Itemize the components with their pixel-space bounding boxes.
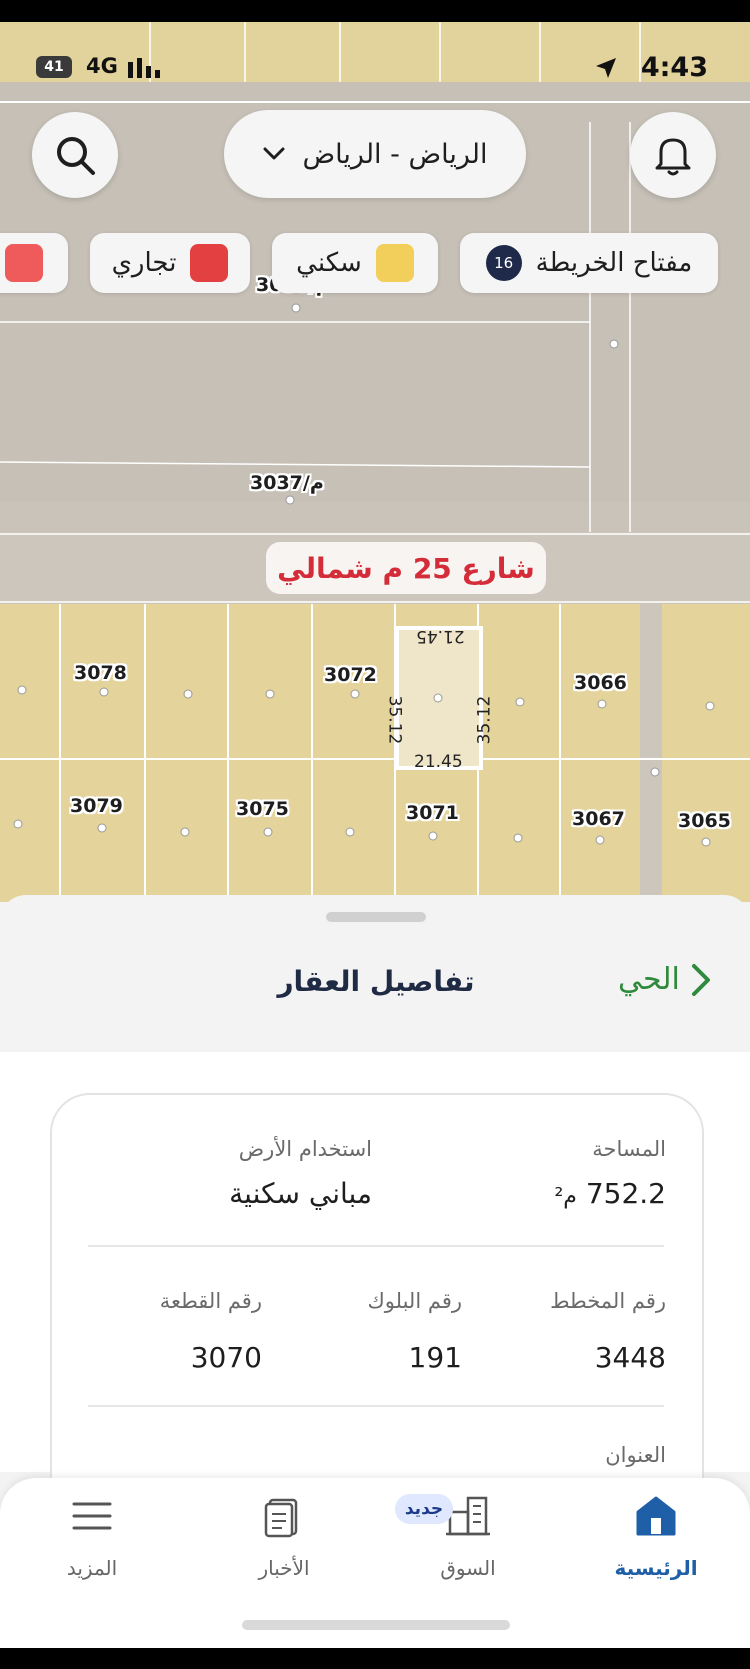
parcel-label[interactable]: 3065 bbox=[678, 810, 731, 832]
filter-chip-label: سكني bbox=[296, 248, 362, 278]
sheet-title: تفاصيل العقار bbox=[277, 965, 475, 998]
other-swatch bbox=[5, 244, 43, 282]
plan-value: 3448 bbox=[594, 1341, 666, 1374]
search-button[interactable] bbox=[32, 112, 118, 198]
news-icon bbox=[262, 1492, 306, 1540]
home-icon bbox=[634, 1492, 678, 1540]
location-arrow-icon bbox=[596, 58, 616, 78]
clock: 4:43 bbox=[640, 52, 708, 83]
tab-label: المزيد bbox=[66, 1556, 118, 1580]
street-name: شارع 25 م شمالي bbox=[277, 551, 535, 585]
home-indicator[interactable] bbox=[242, 1620, 510, 1630]
tab-more[interactable]: المزيد bbox=[32, 1492, 152, 1592]
sheet-grabber[interactable] bbox=[326, 912, 426, 922]
map-key-label: مفتاح الخريطة bbox=[535, 248, 693, 278]
plot-label: رقم القطعة bbox=[159, 1289, 262, 1313]
tab-label: السوق bbox=[440, 1556, 496, 1580]
signal-icon bbox=[128, 58, 160, 78]
divider bbox=[88, 1245, 664, 1247]
city-name: الرياض - الرياض bbox=[302, 138, 488, 170]
dim-left: 35.12 bbox=[384, 695, 405, 745]
residential-swatch bbox=[375, 244, 414, 282]
new-badge: جديد bbox=[395, 1494, 453, 1524]
parcel-label[interactable]: 3075 bbox=[236, 798, 289, 820]
app-screen: 3036/م 3037/م 3078 3072 3066 3079 3075 3… bbox=[0, 0, 750, 1669]
area-number: 752.2 bbox=[585, 1177, 666, 1210]
tab-label: الأخبار bbox=[258, 1556, 310, 1580]
filter-chip-commercial[interactable]: تجاري bbox=[90, 233, 250, 293]
parcel-label[interactable]: 3078 bbox=[74, 662, 127, 684]
parcel-label-north-2: 3037/م bbox=[250, 472, 324, 494]
area-unit: م² bbox=[554, 1184, 577, 1209]
parcel-label[interactable]: 3079 bbox=[70, 795, 123, 817]
address-label: العنوان bbox=[605, 1443, 666, 1467]
land-use-value: مباني سكنية bbox=[229, 1177, 372, 1210]
map-key-button[interactable]: مفتاح الخريطة 16 bbox=[460, 233, 718, 293]
battery-indicator: 41 bbox=[36, 56, 72, 78]
parcel-label[interactable]: 3071 bbox=[406, 802, 459, 824]
chevron-down-icon bbox=[263, 147, 285, 160]
block-value: 191 bbox=[408, 1341, 462, 1374]
city-selector[interactable]: الرياض - الرياض bbox=[224, 110, 526, 198]
tab-home[interactable]: الرئيسية bbox=[596, 1492, 716, 1592]
parcel-label[interactable]: 3072 bbox=[324, 664, 377, 686]
map-key-count-badge: 16 bbox=[485, 245, 522, 281]
block-label: رقم البلوك bbox=[367, 1289, 462, 1313]
parcel-label[interactable]: 3067 bbox=[572, 808, 625, 830]
dim-bottom: 21.45 bbox=[414, 752, 463, 772]
area-label: المساحة bbox=[592, 1137, 666, 1161]
divider bbox=[88, 1405, 664, 1407]
street-label: شارع 25 م شمالي bbox=[266, 542, 546, 594]
neighborhood-back-link[interactable]: الحي bbox=[618, 962, 712, 997]
dim-right: 35.12 bbox=[474, 695, 495, 745]
dim-top: 21.45 bbox=[416, 626, 465, 646]
property-details-card: المساحة استخدام الأرض 752.2 م² مباني سكن… bbox=[50, 1093, 704, 1517]
search-icon bbox=[57, 137, 95, 175]
plot-value: 3070 bbox=[190, 1341, 262, 1374]
tab-label: الرئيسية bbox=[614, 1556, 698, 1580]
filter-chip-other[interactable] bbox=[0, 233, 68, 293]
filter-chip-residential[interactable]: سكني bbox=[272, 233, 438, 293]
land-use-label: استخدام الأرض bbox=[238, 1137, 372, 1161]
status-bar: 41 4G 4:43 bbox=[0, 52, 750, 84]
bottom-black-bar bbox=[0, 1648, 750, 1669]
top-black-bar bbox=[0, 0, 750, 22]
parcel-label[interactable]: 3066 bbox=[574, 672, 627, 694]
menu-icon bbox=[70, 1492, 114, 1540]
plan-label: رقم المخطط bbox=[550, 1289, 666, 1313]
bell-icon bbox=[655, 138, 691, 176]
back-link-label: الحي bbox=[618, 962, 680, 997]
area-value: 752.2 م² bbox=[554, 1177, 666, 1210]
commercial-swatch bbox=[190, 244, 229, 282]
notifications-button[interactable] bbox=[630, 112, 716, 198]
chevron-right-icon bbox=[691, 963, 710, 996]
network-type: 4G bbox=[86, 54, 118, 78]
filter-chip-label: تجاري bbox=[111, 248, 177, 278]
tab-news[interactable]: الأخبار bbox=[224, 1492, 344, 1592]
